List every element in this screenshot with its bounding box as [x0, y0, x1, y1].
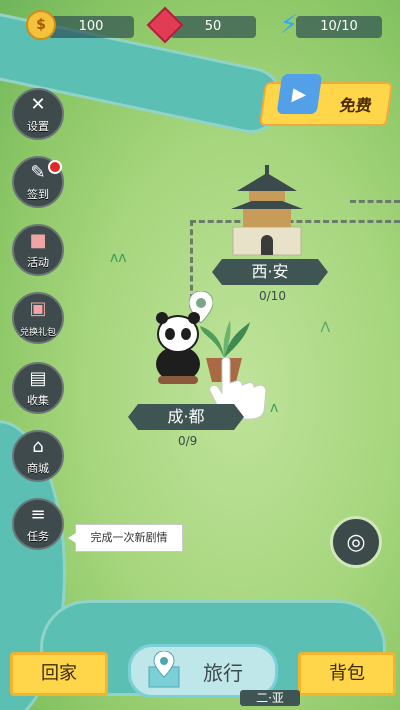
check-in-label: 签到	[27, 188, 49, 201]
events-label: 活动	[27, 256, 49, 269]
puzzle-icon: ■	[29, 230, 47, 251]
game-map[interactable]: ʌʌ 𐌡 ʌ 100 $ 50 10/10 ⚡ ▶ 免费 ✕ 设置 ✎ 签到 ■…	[0, 0, 400, 710]
settings-label: 设置	[27, 120, 49, 133]
dashed-path-right	[350, 200, 400, 203]
grass-tuft: ʌ	[270, 400, 279, 416]
shop-icon: ⌂	[32, 436, 44, 457]
city-progress-xian: 0/10	[259, 289, 286, 303]
shop-button[interactable]: ⌂ 商城	[12, 430, 64, 482]
travel-label: 旅行	[203, 661, 243, 685]
resource-bar: 100 $ 50 10/10 ⚡	[10, 6, 390, 46]
check-in-button[interactable]: ✎ 签到	[12, 156, 64, 208]
city-label-bottom: 二·亚	[240, 690, 300, 706]
recenter-button[interactable]: ◎	[330, 516, 382, 568]
target-icon: ◎	[346, 529, 366, 555]
energy-counter: 10/10	[296, 16, 382, 38]
notification-badge	[48, 160, 62, 174]
city-label-xian[interactable]: 西·安	[212, 259, 328, 285]
redeem-gift-label: 兑换礼包	[19, 328, 56, 338]
collection-label: 收集	[27, 394, 49, 407]
gem-icon	[146, 6, 184, 44]
grass-tuft: 𐌡	[320, 320, 331, 336]
lightning-icon: ⚡	[279, 10, 299, 40]
wrench-screwdriver-icon: ✕	[30, 94, 46, 115]
task-tooltip: 完成一次新剧情	[68, 524, 183, 552]
coin-icon: $	[26, 10, 56, 40]
home-button[interactable]: 回家	[10, 652, 108, 696]
grass-tuft: ʌʌ	[110, 250, 127, 266]
shop-label: 商城	[27, 462, 49, 475]
dashed-path-v	[190, 220, 193, 300]
events-button[interactable]: ■ 活动	[12, 224, 64, 276]
video-gift-icon: ▶	[276, 74, 323, 114]
bag-icon: ▤	[29, 368, 47, 389]
collection-button[interactable]: ▤ 收集	[12, 362, 64, 414]
settings-button[interactable]: ✕ 设置	[12, 88, 64, 140]
backpack-button[interactable]: 背包	[298, 652, 396, 696]
xian-temple-icon[interactable]	[229, 165, 305, 257]
gift-icon: ▣	[29, 298, 47, 319]
gem-counter: 50	[170, 16, 256, 38]
map-pin-icon	[148, 651, 180, 688]
layers-icon: ≡	[30, 504, 46, 525]
tasks-button[interactable]: ≡ 任务	[12, 498, 64, 550]
coin-counter: 100	[48, 16, 134, 38]
redeem-gift-button[interactable]: ▣ 兑换礼包	[12, 292, 64, 344]
city-progress-chengdu: 0/9	[178, 434, 198, 448]
free-gift-label: 免费	[338, 96, 374, 115]
free-gift-button[interactable]: ▶ 免费	[258, 74, 394, 126]
tasks-label: 任务	[27, 530, 49, 543]
city-label-chengdu[interactable]: 成·都	[128, 404, 244, 430]
